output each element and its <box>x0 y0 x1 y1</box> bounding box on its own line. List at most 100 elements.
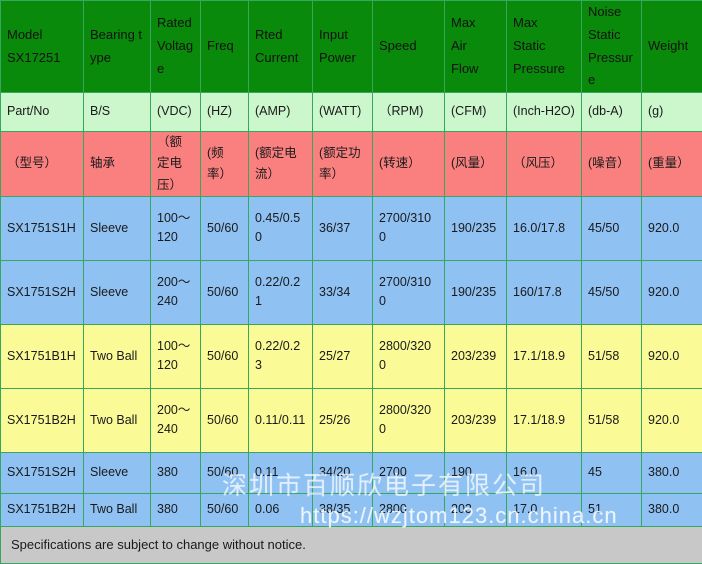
cell-current: 0.11 <box>249 452 313 493</box>
cell-pressure: 16.0 <box>507 452 582 493</box>
cell-power: 25/26 <box>313 388 373 452</box>
cell-weight: 380.0 <box>642 452 702 493</box>
cn-cell-freq: (频率） <box>201 132 249 197</box>
header-current-line2: Current <box>255 47 306 70</box>
header-pressure-line2: Static <box>513 35 575 58</box>
cn-cell-speed: (转速） <box>373 132 445 197</box>
header-current-line1: Rted <box>255 24 306 47</box>
cell-noise: 51 <box>582 493 642 526</box>
cell-voltage: 100～120 <box>151 324 201 388</box>
cell-power: 36/37 <box>313 196 373 260</box>
cn-cell-model: （型号） <box>1 132 84 197</box>
cell-noise: 45/50 <box>582 196 642 260</box>
table-row: SX1751B2H Two Ball 380 50/60 0.06 38/35 … <box>1 493 702 526</box>
cell-freq: 50/60 <box>201 260 249 324</box>
cell-speed: 2700/3100 <box>373 260 445 324</box>
header-cell-bearing-type: Bearing t ype <box>84 1 151 93</box>
cell-power: 38/35 <box>313 493 373 526</box>
cell-model: SX1751S2H <box>1 260 84 324</box>
cn-cell-airflow: (风量） <box>445 132 507 197</box>
header-cell-rated-voltage: Rated Voltag e <box>151 1 201 93</box>
cell-voltage: 380 <box>151 493 201 526</box>
cell-airflow: 190/235 <box>445 196 507 260</box>
cn-cell-pressure: （风压） <box>507 132 582 197</box>
cell-weight: 920.0 <box>642 324 702 388</box>
cell-pressure: 16.0/17.8 <box>507 196 582 260</box>
cell-freq: 50/60 <box>201 452 249 493</box>
cell-weight: 920.0 <box>642 388 702 452</box>
cell-speed: 2800/3200 <box>373 324 445 388</box>
cell-pressure: 160/17.8 <box>507 260 582 324</box>
cell-pressure: 17.0 <box>507 493 582 526</box>
cell-current: 0.22/0.21 <box>249 260 313 324</box>
cell-voltage: 200～240 <box>151 388 201 452</box>
cn-cell-noise: (噪音） <box>582 132 642 197</box>
specification-table-container: Model SX17251 Bearing t ype Rated Voltag… <box>0 0 702 538</box>
footer-note: Specifications are subject to change wit… <box>1 526 702 563</box>
cell-speed: 2800/3200 <box>373 388 445 452</box>
cell-pressure: 17.1/18.9 <box>507 388 582 452</box>
cell-weight: 920.0 <box>642 196 702 260</box>
cell-noise: 51/58 <box>582 324 642 388</box>
cell-current: 0.45/0.50 <box>249 196 313 260</box>
unit-cell-bearing: B/S <box>84 93 151 132</box>
unit-cell-power: (WATT) <box>313 93 373 132</box>
unit-cell-speed: （RPM) <box>373 93 445 132</box>
cell-freq: 50/60 <box>201 388 249 452</box>
header-bearing-line1: Bearing t <box>90 24 144 47</box>
unit-cell-weight: (g) <box>642 93 702 132</box>
header-cell-max-air-flow: Max Air Flow <box>445 1 507 93</box>
header-noise-line1: Noise <box>588 1 635 24</box>
table-header-row-chinese: （型号） 轴承 （额定电压） (频率） (额定电流） (额定功率） (转速） (… <box>1 132 702 197</box>
cn-cell-bearing: 轴承 <box>84 132 151 197</box>
header-airflow-line2: Air <box>451 35 500 58</box>
header-cell-speed: Speed <box>373 1 445 93</box>
table-body: Model SX17251 Bearing t ype Rated Voltag… <box>1 1 702 564</box>
cell-freq: 50/60 <box>201 324 249 388</box>
header-bearing-line2: ype <box>90 47 144 70</box>
cell-bearing: Sleeve <box>84 196 151 260</box>
table-row: SX1751S2H Sleeve 380 50/60 0.11 34/20 27… <box>1 452 702 493</box>
header-voltage-line1: Rated <box>157 12 194 35</box>
cell-model: SX1751B1H <box>1 324 84 388</box>
cell-speed: 2700/3100 <box>373 196 445 260</box>
cell-airflow: 203/239 <box>445 324 507 388</box>
cell-bearing: Sleeve <box>84 260 151 324</box>
cn-cell-weight: (重量） <box>642 132 702 197</box>
table-row: SX1751B1H Two Ball 100～120 50/60 0.22/0.… <box>1 324 702 388</box>
header-cell-model: Model SX17251 <box>1 1 84 93</box>
fan-specification-table: Model SX17251 Bearing t ype Rated Voltag… <box>0 0 702 564</box>
cell-current: 0.11/0.11 <box>249 388 313 452</box>
cell-bearing: Sleeve <box>84 452 151 493</box>
header-pressure-line1: Max <box>513 12 575 35</box>
header-freq-text: Freq <box>207 35 242 58</box>
header-cell-freq: Freq <box>201 1 249 93</box>
header-cell-max-static-pressure: Max Static Pressure <box>507 1 582 93</box>
header-noise-line3: Pressure <box>588 47 635 93</box>
cell-power: 34/20 <box>313 452 373 493</box>
header-speed-text: Speed <box>379 35 438 58</box>
cn-cell-voltage: （额定电压） <box>151 132 201 197</box>
cell-weight: 920.0 <box>642 260 702 324</box>
unit-cell-model: Part/No <box>1 93 84 132</box>
cell-bearing: Two Ball <box>84 324 151 388</box>
unit-cell-voltage: (VDC) <box>151 93 201 132</box>
cn-cell-power: (额定功率） <box>313 132 373 197</box>
header-power-line1: Input <box>319 24 366 47</box>
header-pressure-line3: Pressure <box>513 58 575 81</box>
cell-airflow: 190/235 <box>445 260 507 324</box>
cell-voltage: 380 <box>151 452 201 493</box>
cell-model: SX1751S2H <box>1 452 84 493</box>
header-cell-rated-current: Rted Current <box>249 1 313 93</box>
cell-power: 33/34 <box>313 260 373 324</box>
cell-pressure: 17.1/18.9 <box>507 324 582 388</box>
table-row: SX1751S1H Sleeve 100～120 50/60 0.45/0.50… <box>1 196 702 260</box>
table-header-row-english: Model SX17251 Bearing t ype Rated Voltag… <box>1 1 702 93</box>
unit-cell-noise: (db-A) <box>582 93 642 132</box>
header-model-line1: Model <box>7 24 77 47</box>
cell-speed: 2700 <box>373 452 445 493</box>
header-airflow-line3: Flow <box>451 58 500 81</box>
header-power-line2: Power <box>319 47 366 70</box>
cell-model: SX1751B2H <box>1 388 84 452</box>
cell-noise: 51/58 <box>582 388 642 452</box>
